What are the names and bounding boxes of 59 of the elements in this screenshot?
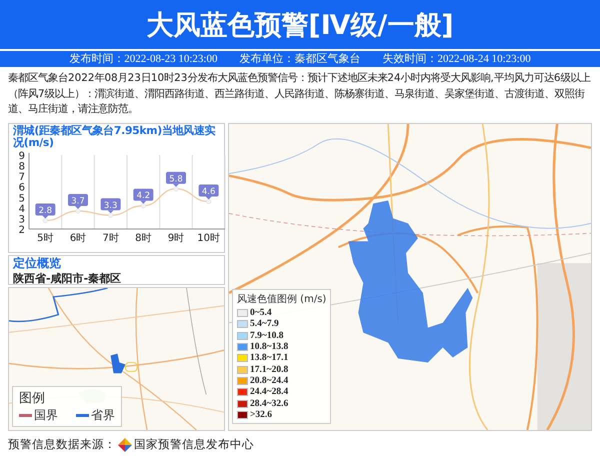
legend-label: 7.9~10.8 (250, 330, 284, 341)
data-point (108, 212, 114, 218)
value-label: 5.8 (166, 171, 186, 186)
axis-tick-label: 7时 (102, 232, 119, 244)
axis-tick-label: 4 (18, 203, 25, 214)
data-label: 4.2 (136, 190, 150, 201)
legend-label: 5.4~7.9 (250, 319, 279, 330)
axis-tick-label: 7 (18, 172, 25, 183)
source-name: 国家预警信息发布中心 (134, 437, 254, 452)
data-label: 4.6 (202, 186, 216, 197)
value-label: 2.8 (35, 203, 56, 218)
data-point (42, 218, 48, 223)
axis-tick-label: 8时 (135, 232, 152, 244)
axis-tick-label: 8 (18, 161, 25, 172)
axis-tick-label: 6 (18, 182, 25, 194)
data-point (140, 202, 146, 208)
location-title: 定位概览 (13, 256, 62, 268)
data-label: 2.8 (38, 206, 52, 216)
value-label: 3.7 (68, 194, 88, 209)
publisher: 发布单位：秦都区气象台 (240, 52, 360, 67)
legend-label: 24.4~28.4 (250, 387, 288, 398)
data-point (75, 208, 81, 214)
wind-panel-title: 渭城(距秦都区气象台7.95km)当地风速实况(m/s) (13, 124, 216, 148)
warning-description: 秦都区气象台2022年08月23日10时23分发布大风蓝色预警信号：预计下述地区未来24小时内将受大风影响,平均风力可达6级以上（阵风7级以上）：渭滨街道、渭阳西路街道、西兰路街道、人民路街道、陈杨寨街道、马泉街道、吴家堡街道、古渡街道、双照街道、马庄街道，请注意防范。 (8, 71, 592, 117)
data-label: 3.3 (104, 200, 118, 210)
legend-label: 10.8~13.8 (250, 342, 288, 352)
legend-label: 省界 (91, 406, 115, 424)
legend-title: 图例 (19, 390, 46, 406)
axis-tick-label: 10时 (197, 232, 220, 244)
legend-label: 17.1~20.8 (250, 364, 288, 375)
data-label: 5.8 (169, 174, 183, 184)
value-label: 4.2 (133, 188, 154, 204)
legend-title: 风速色值图例 (m/s) (237, 292, 326, 306)
warning-title: 大风蓝色预警[Ⅳ级/一般] (146, 8, 454, 42)
legend-label: 国界 (34, 406, 58, 424)
warning-area (110, 353, 126, 373)
axis-tick-label: 6时 (70, 232, 86, 244)
axis-tick-label: 3 (18, 214, 25, 225)
axis-tick-label: 5 (18, 192, 25, 204)
expire-time: 失效时间：2022-08-24 10:23:00 (382, 52, 531, 67)
legend-label: 28.4~32.6 (250, 398, 288, 409)
legend-label: >32.6 (250, 410, 272, 420)
axis-tick-label: 9时 (168, 232, 184, 244)
publish-time: 发布时间：2022-08-23 10:23:00 (69, 52, 218, 67)
value-label: 3.3 (100, 198, 121, 213)
diamond-logo-icon (118, 438, 132, 452)
data-point (206, 198, 212, 204)
axis-tick-label: 5时 (37, 232, 54, 244)
source-label: 预警信息数据来源： (8, 437, 116, 452)
value-label: 4.6 (198, 184, 219, 200)
legend-label: 13.8~17.1 (250, 353, 288, 364)
legend-label: 0~5.4 (250, 308, 272, 318)
axis-tick-label: 2 (18, 224, 25, 236)
data-label: 3.7 (71, 196, 85, 206)
location-path: 陕西省-咸阳市-秦都区 (13, 270, 122, 286)
data-point (173, 186, 179, 191)
legend-label: 20.8~24.4 (250, 376, 288, 386)
city-ring (124, 362, 138, 372)
axis-tick-label: 9 (18, 150, 25, 162)
